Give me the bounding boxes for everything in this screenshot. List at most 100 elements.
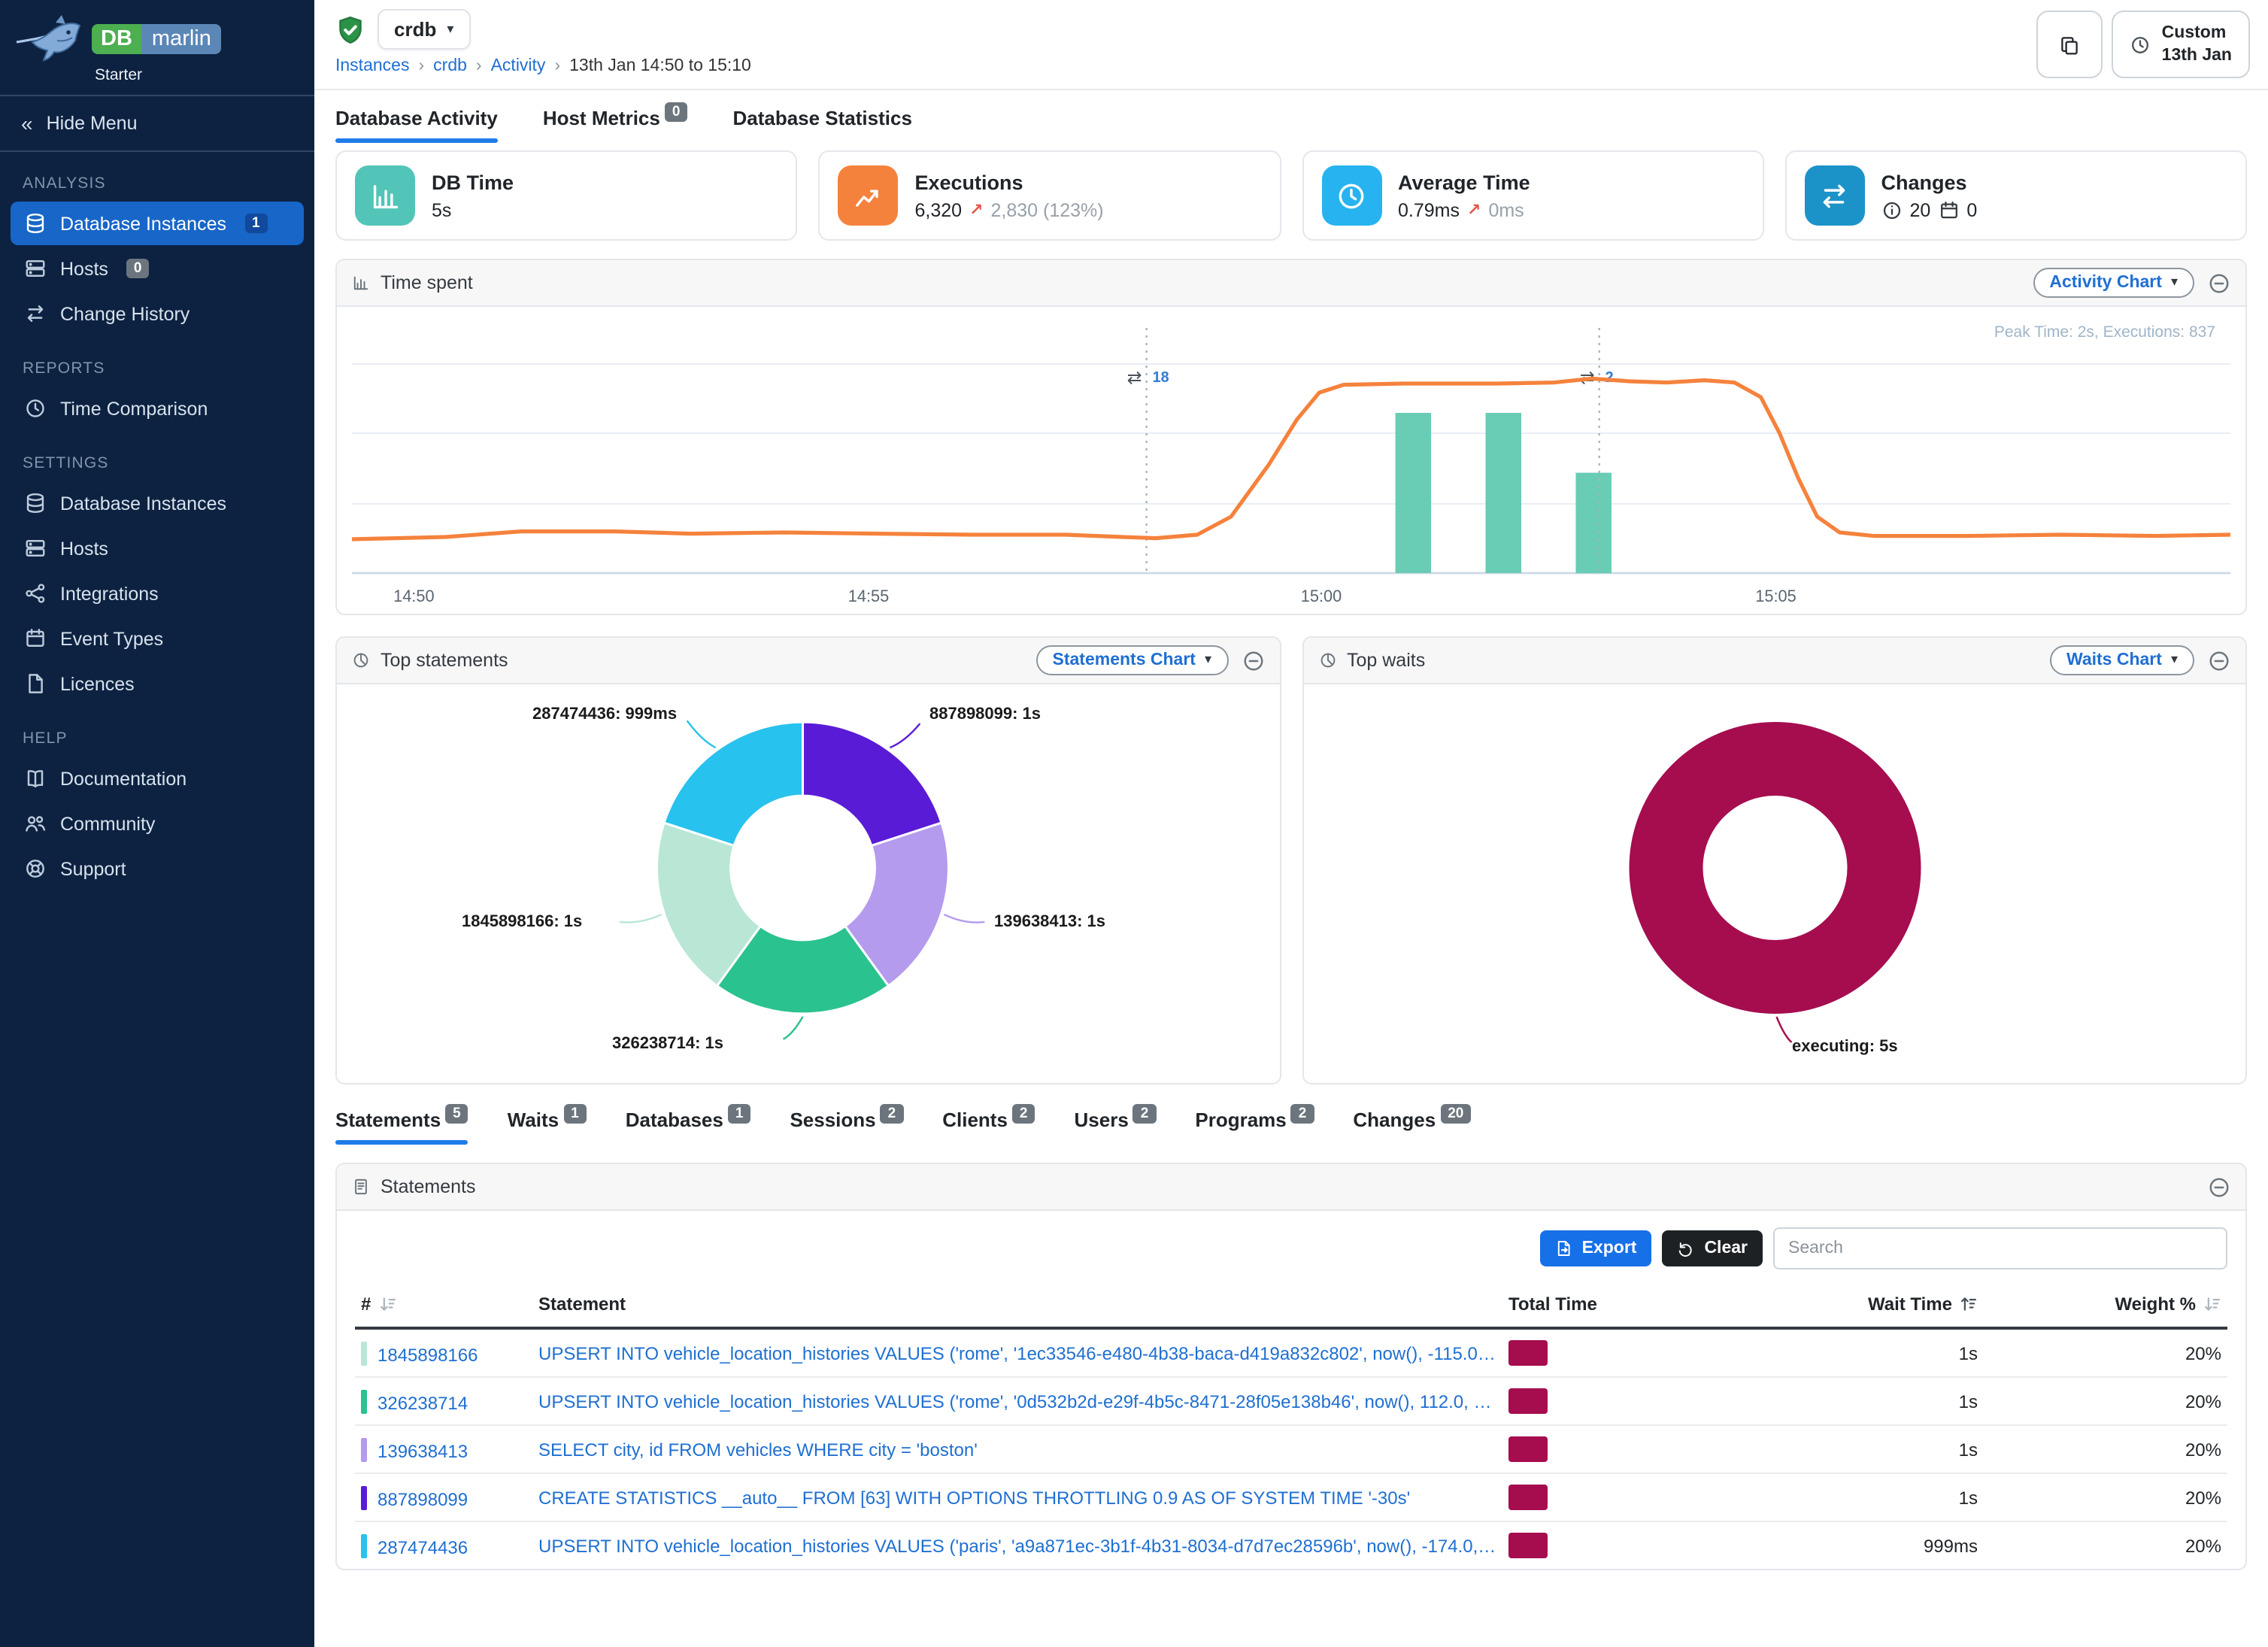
breadcrumb-instances[interactable]: Instances (335, 57, 409, 75)
card-changes[interactable]: Changes 20 0 (1785, 150, 2248, 241)
tab-database-activity[interactable]: Database Activity (335, 107, 498, 143)
statements-panel: Statements Export Clear #StatementTotal … (335, 1163, 2247, 1570)
detail-tab-programs[interactable]: Programs2 (1195, 1109, 1314, 1145)
statement-text-link[interactable]: UPSERT INTO vehicle_location_histories V… (538, 1391, 1496, 1412)
info-icon (1881, 199, 1903, 220)
total-time-cell (1502, 1473, 1743, 1521)
statement-id-link[interactable]: 326238714 (377, 1392, 468, 1413)
time-range-button[interactable]: Custom 13th Jan (2112, 11, 2250, 78)
sidebar-item-badge: 1 (244, 214, 268, 233)
card-title: Average Time (1398, 171, 1530, 193)
statement-text-link[interactable]: UPSERT INTO vehicle_location_histories V… (538, 1535, 1496, 1556)
sidebar-item-hosts[interactable]: Hosts0 (11, 247, 304, 290)
line-chart-icon (838, 165, 899, 226)
statement-cell: UPSERT INTO vehicle_location_histories V… (532, 1328, 1502, 1377)
clear-button[interactable]: Clear (1662, 1230, 1763, 1266)
wait-time-cell: 1s (1743, 1473, 1984, 1521)
total-time-bar (1508, 1485, 1548, 1510)
collapse-panel-icon[interactable] (1242, 649, 1264, 672)
column-header--[interactable]: # (355, 1283, 532, 1328)
statement-text-link[interactable]: CREATE STATISTICS __auto__ FROM [63] WIT… (538, 1487, 1496, 1508)
metric-cards: DB Time 5s Executions 6,320 ↗ 2,830 (123… (314, 143, 2268, 241)
column-header-label: Total Time (1508, 1294, 1597, 1315)
instance-selector[interactable]: crdb ▾ (377, 9, 470, 50)
sidebar-item-label: Database Instances (60, 493, 226, 514)
collapse-panel-icon[interactable] (2208, 271, 2230, 294)
top-statements-chart[interactable]: 887898099: 1s139638413: 1s326238714: 1s1… (337, 684, 1279, 1083)
sidebar-item-integrations[interactable]: Integrations (11, 572, 304, 615)
svg-text:15:00: 15:00 (1301, 587, 1342, 605)
sidebar-item-label: Community (60, 813, 155, 834)
sidebar-item-community[interactable]: Community (11, 802, 304, 845)
top-waits-panel: Top waits Waits Chart ▾ executing: 5s (1302, 636, 2247, 1084)
hide-menu-button[interactable]: « Hide Menu (0, 96, 314, 152)
sidebar-item-label: Documentation (60, 768, 186, 789)
tab-label: Statements (335, 1109, 441, 1131)
column-header-weight-[interactable]: Weight % (1984, 1283, 2227, 1328)
database-icon (24, 212, 47, 235)
card-value: 6,320 (915, 199, 963, 220)
statement-text-link[interactable]: UPSERT INTO vehicle_location_histories V… (538, 1342, 1496, 1363)
column-header-label: Statement (538, 1294, 626, 1315)
sidebar-item-time-comparison[interactable]: Time Comparison (11, 387, 304, 430)
statements-chart-dropdown[interactable]: Statements Chart ▾ (1036, 645, 1229, 675)
waits-chart-dropdown[interactable]: Waits Chart ▾ (2050, 645, 2194, 675)
tab-label: Sessions (790, 1109, 875, 1131)
sidebar-item-label: Support (60, 858, 126, 879)
sidebar-item-licences[interactable]: Licences (11, 662, 304, 705)
detail-tab-databases[interactable]: Databases1 (626, 1109, 751, 1145)
sidebar-item-documentation[interactable]: Documentation (11, 757, 304, 800)
sidebar-item-hosts[interactable]: Hosts (11, 526, 304, 570)
top-waits-donut-svg (1303, 684, 2245, 1083)
detail-tab-statements[interactable]: Statements5 (335, 1109, 468, 1145)
detail-tab-waits[interactable]: Waits1 (508, 1109, 587, 1145)
table-row: 1845898166 UPSERT INTO vehicle_location_h… (355, 1328, 2227, 1377)
card-average-time[interactable]: Average Time 0.79ms ↗ 0ms (1302, 150, 1764, 241)
tab-database-statistics[interactable]: Database Statistics (732, 107, 911, 143)
collapse-panel-icon[interactable] (2208, 1175, 2230, 1198)
column-header-total-time[interactable]: Total Time (1502, 1283, 1743, 1328)
export-button[interactable]: Export (1540, 1230, 1652, 1266)
sidebar-item-database-instances[interactable]: Database Instances 1 (11, 202, 304, 245)
column-header-statement[interactable]: Statement (532, 1283, 1502, 1328)
panel-title: Time spent (381, 272, 473, 293)
detail-tab-sessions[interactable]: Sessions2 (790, 1109, 903, 1145)
statement-id-cell: 887898099 (355, 1473, 532, 1521)
detail-tab-changes[interactable]: Changes20 (1353, 1109, 1471, 1145)
collapse-panel-icon[interactable] (2208, 649, 2230, 672)
copy-button[interactable] (2037, 11, 2103, 78)
total-time-cell (1502, 1377, 1743, 1425)
search-input[interactable] (1773, 1227, 2227, 1269)
sidebar-item-change-history[interactable]: Change History (11, 292, 304, 335)
logo-marlin: marlin (141, 24, 222, 54)
sidebar-item-label: Time Comparison (60, 398, 208, 419)
sidebar-section-label: ANALYSIS (0, 152, 314, 200)
statement-id-link[interactable]: 287474436 (377, 1536, 468, 1558)
statement-id-link[interactable]: 887898099 (377, 1488, 468, 1509)
card-executions[interactable]: Executions 6,320 ↗ 2,830 (123%) (819, 150, 1281, 241)
statement-id-link[interactable]: 139638413 (377, 1440, 468, 1461)
statement-id-link[interactable]: 1845898166 (377, 1344, 478, 1365)
top-waits-chart[interactable]: executing: 5s (1303, 684, 2245, 1083)
marlin-logo-icon (15, 14, 84, 65)
pie-chart-icon (1318, 651, 1336, 669)
time-spent-chart[interactable]: Peak Time: 2s, Executions: 837 ⇄18⇄214:5… (337, 307, 2245, 614)
sidebar-item-support[interactable]: Support (11, 847, 304, 890)
sidebar-item-label: Database Instances (60, 213, 226, 234)
detail-tab-users[interactable]: Users2 (1075, 1109, 1157, 1145)
detail-tab-clients[interactable]: Clients2 (942, 1109, 1035, 1145)
statement-text-link[interactable]: SELECT city, id FROM vehicles WHERE city… (538, 1439, 1496, 1460)
sidebar-item-label: Licences (60, 673, 135, 694)
activity-chart-dropdown[interactable]: Activity Chart ▾ (2033, 268, 2194, 298)
tab-host-metrics[interactable]: Host Metrics0 (543, 107, 688, 143)
sidebar-item-event-types[interactable]: Event Types (11, 617, 304, 660)
card-db-time[interactable]: DB Time 5s (335, 150, 798, 241)
wait-time-cell: 999ms (1743, 1521, 1984, 1569)
breadcrumb-activity[interactable]: Activity (491, 57, 546, 75)
sidebar-item-database-instances[interactable]: Database Instances (11, 481, 304, 525)
column-header-wait-time[interactable]: Wait Time (1743, 1283, 1984, 1328)
top-statements-panel: Top statements Statements Chart ▾ 887898… (335, 636, 1281, 1084)
breadcrumb-crdb[interactable]: crdb (433, 57, 467, 75)
statement-id-cell: 139638413 (355, 1425, 532, 1473)
sidebar-section-label: SETTINGS (0, 432, 314, 480)
